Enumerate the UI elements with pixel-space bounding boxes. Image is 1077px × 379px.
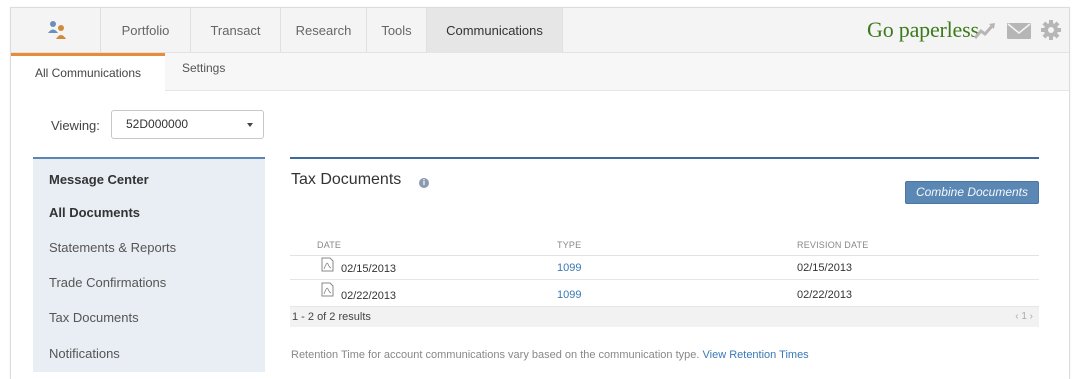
column-header-date[interactable]: DATE (317, 240, 341, 250)
page-title: Tax Documents (291, 171, 402, 188)
team-icon (48, 21, 66, 39)
pdf-icon[interactable] (321, 282, 334, 297)
tab-settings[interactable]: Settings (182, 53, 225, 91)
tab-research[interactable]: Research (281, 8, 367, 53)
results-count: 1 - 2 of 2 results (292, 311, 371, 323)
viewing-label: Viewing: (51, 118, 100, 133)
retention-text: Retention Time for account communication… (291, 349, 700, 361)
row-revision-date: 02/15/2013 (797, 262, 853, 274)
results-bar: 1 - 2 of 2 results ‹ 1 › (290, 306, 1039, 327)
go-paperless-link[interactable]: Go paperless (867, 17, 979, 43)
tab-transact[interactable]: Transact (191, 8, 281, 53)
account-select[interactable]: 52D000000 (111, 110, 264, 139)
table-header-divider (290, 255, 1039, 256)
sidebar-item-message-center[interactable]: Message Center (49, 172, 149, 187)
section-divider (290, 157, 1039, 159)
view-retention-times-link[interactable]: View Retention Times (703, 349, 809, 361)
sidebar-item-all-documents[interactable]: All Documents (49, 205, 140, 220)
row-type-link[interactable]: 1099 (557, 289, 581, 301)
row-divider (290, 279, 1039, 280)
top-nav: Portfolio Transact Research Tools Commun… (11, 8, 1069, 53)
tab-tools[interactable]: Tools (367, 8, 427, 53)
combine-documents-button[interactable]: Combine Documents (905, 181, 1039, 204)
sub-nav: All Communications Settings (11, 53, 1069, 91)
sidebar-item-trade-confirmations[interactable]: Trade Confirmations (49, 275, 166, 290)
account-select-value: 52D000000 (126, 117, 189, 131)
tab-all-communications[interactable]: All Communications (11, 53, 165, 91)
row-date: 02/15/2013 (341, 263, 397, 275)
mail-icon[interactable] (1007, 23, 1031, 39)
team-tab[interactable] (11, 8, 101, 53)
row-revision-date: 02/22/2013 (797, 289, 853, 301)
row-type-link[interactable]: 1099 (557, 262, 581, 274)
tab-communications[interactable]: Communications (427, 8, 563, 53)
info-icon[interactable]: i (419, 178, 429, 188)
sidebar-item-tax-documents[interactable]: Tax Documents (49, 310, 139, 325)
row-date: 02/22/2013 (341, 290, 397, 302)
sidebar-item-notifications[interactable]: Notifications (49, 346, 120, 361)
gear-icon[interactable] (1041, 20, 1061, 40)
sidebar-item-statements-reports[interactable]: Statements & Reports (49, 240, 176, 255)
retention-note: Retention Time for account communication… (291, 349, 809, 361)
column-header-type[interactable]: TYPE (557, 240, 581, 250)
column-header-revision-date[interactable]: REVISION DATE (797, 240, 868, 250)
tab-portfolio[interactable]: Portfolio (101, 8, 191, 53)
app-frame: Portfolio Transact Research Tools Commun… (10, 7, 1070, 379)
pagination[interactable]: ‹ 1 › (1015, 311, 1033, 322)
chevron-down-icon (247, 123, 253, 127)
pdf-icon[interactable] (321, 257, 334, 272)
chart-trend-icon[interactable] (973, 20, 997, 40)
sidebar: Message Center All Documents Statements … (33, 157, 265, 372)
